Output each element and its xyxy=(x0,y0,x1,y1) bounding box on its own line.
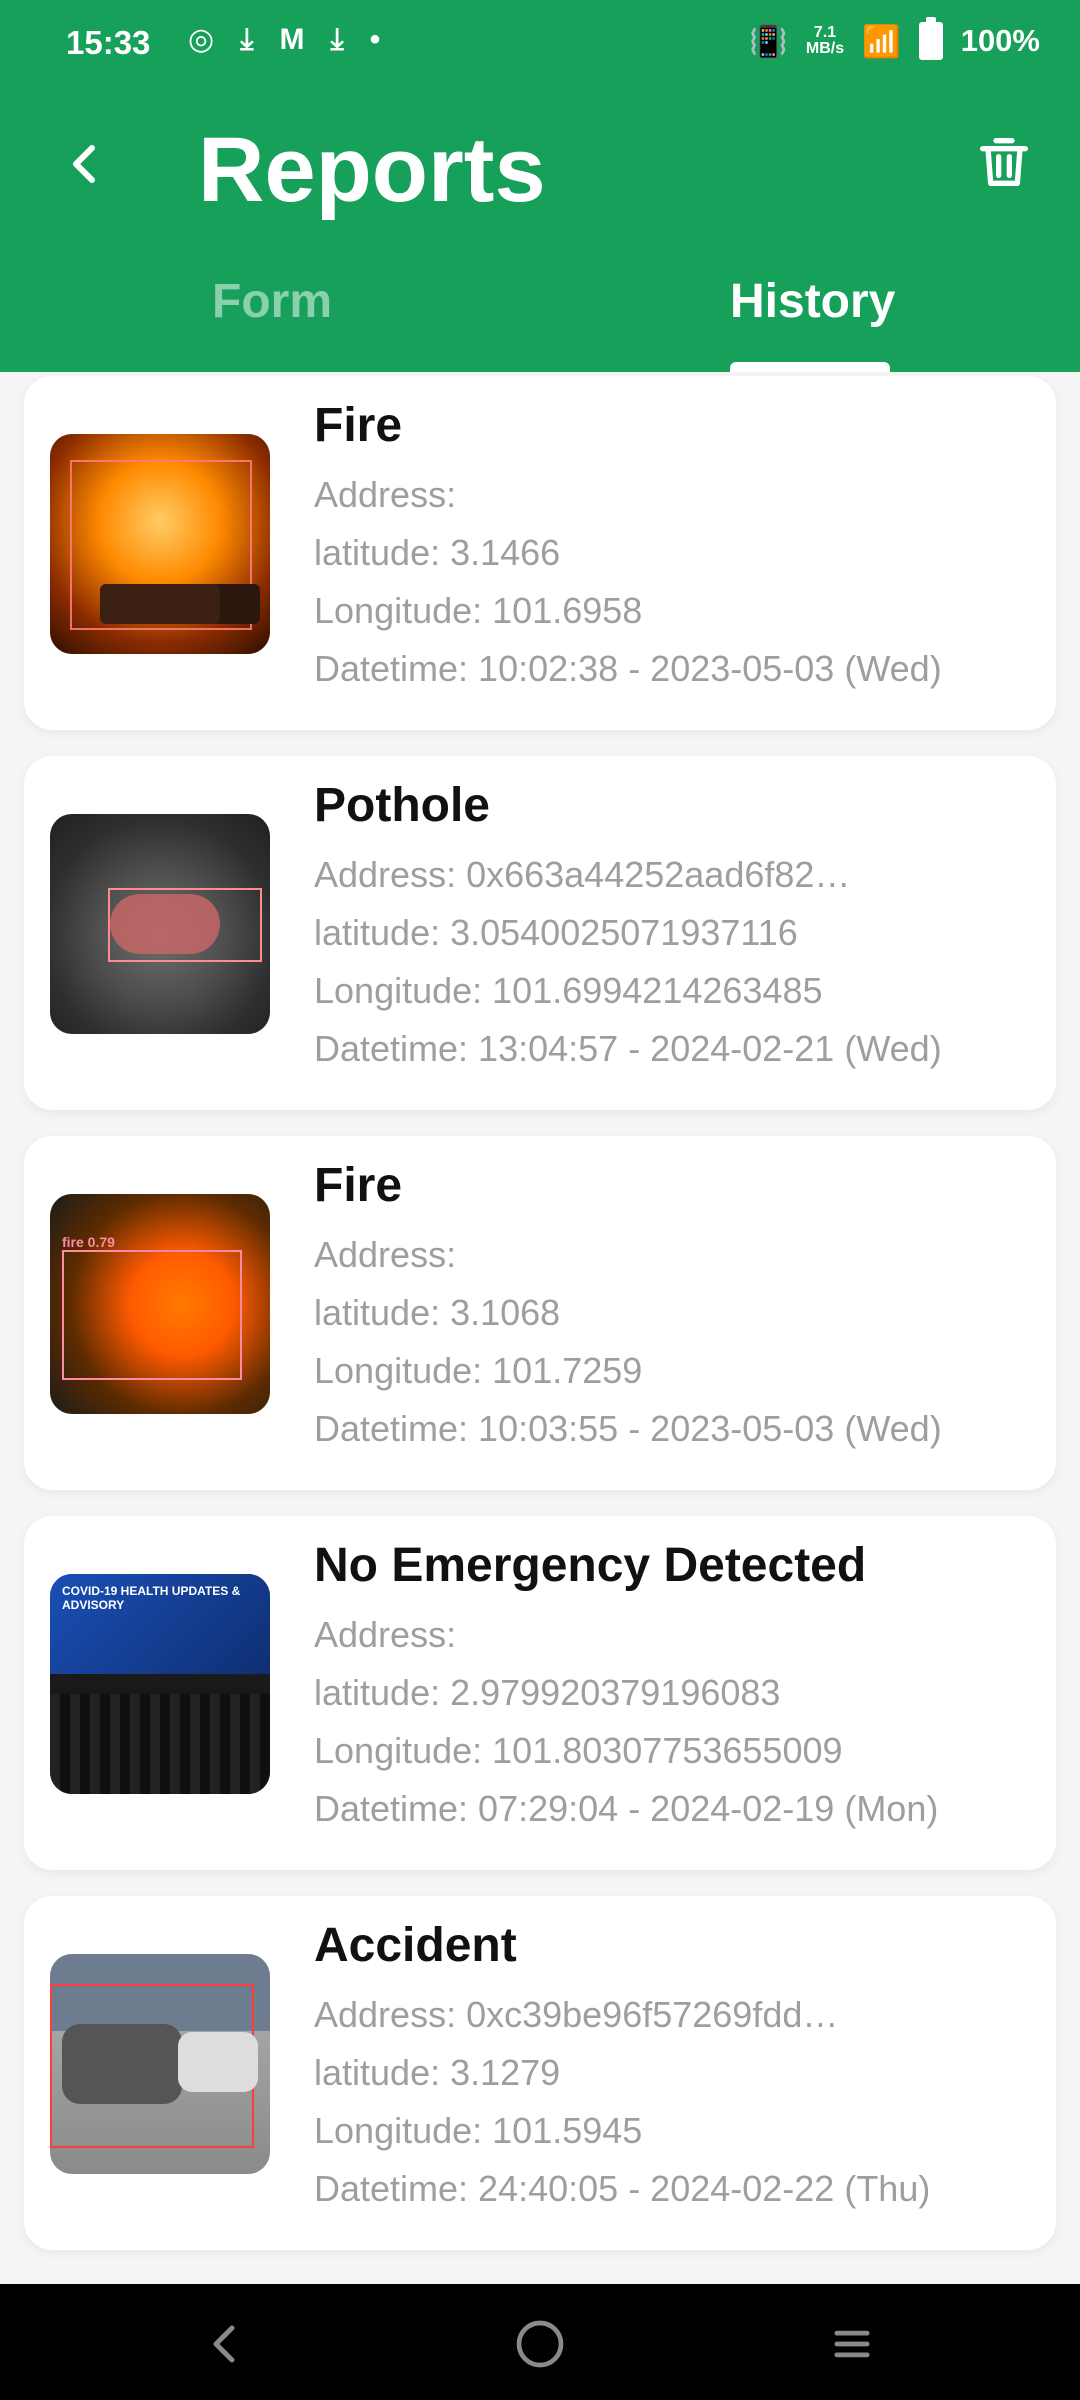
tab-indicator xyxy=(730,362,890,372)
nav-back-icon xyxy=(213,2325,235,2363)
report-address: Address: 0x663a44252aad6f82… xyxy=(314,854,851,895)
report-address: Address: xyxy=(314,474,457,515)
nav-home-icon xyxy=(516,2320,564,2368)
page-title: Reports xyxy=(198,119,546,221)
report-card[interactable]: Pothole Address: 0x663a44252aad6f82… lat… xyxy=(24,756,1056,1110)
report-longitude: Longitude: 101.80307753655009 xyxy=(314,1730,843,1771)
keyboard-shape xyxy=(50,1694,270,1794)
gmail-icon: M xyxy=(279,22,305,56)
detection-box xyxy=(62,1250,242,1380)
report-datetime: Datetime: 07:29:04 - 2024-02-19 (Mon) xyxy=(314,1788,939,1829)
report-latitude: latitude: 2.979920379196083 xyxy=(314,1672,781,1713)
report-datetime: Datetime: 10:02:38 - 2023-05-03 (Wed) xyxy=(314,648,942,689)
download-icon: ⤓ xyxy=(240,22,254,56)
report-longitude: Longitude: 101.7259 xyxy=(314,1350,643,1391)
report-longitude: Longitude: 101.6958 xyxy=(314,590,643,631)
report-card[interactable]: Fire Address: latitude: 3.1466 Longitude… xyxy=(24,376,1056,730)
report-card[interactable]: COVID-19 HEALTH UPDATES & ADVISORY No Em… xyxy=(24,1516,1056,1870)
report-title: Fire xyxy=(314,399,403,452)
truck-shape xyxy=(100,584,220,624)
nav-back-button[interactable] xyxy=(194,2312,258,2376)
report-datetime: Datetime: 13:04:57 - 2024-02-21 (Wed) xyxy=(314,1028,942,1069)
status-icons-left: ◎ ⤓ M ⤓ • xyxy=(188,22,380,57)
report-longitude: Longitude: 101.6994214263485 xyxy=(314,970,823,1011)
report-title: Pothole xyxy=(314,779,490,832)
report-thumbnail xyxy=(50,1954,270,2174)
report-latitude: latitude: 3.1068 xyxy=(314,1292,561,1333)
nav-recent-button[interactable] xyxy=(820,2312,884,2376)
notification-icon: ◎ xyxy=(188,23,215,56)
status-time: 15:33 xyxy=(66,24,151,61)
detection-label: fire 0.79 xyxy=(62,1234,115,1250)
network-speed: 7.1 MB/s xyxy=(805,24,845,57)
tab-history[interactable]: History xyxy=(730,274,895,329)
report-thumbnail: COVID-19 HEALTH UPDATES & ADVISORY xyxy=(50,1574,270,1794)
tabs: Form History xyxy=(0,250,1080,372)
header: 15:33 ◎ ⤓ M ⤓ • 📳 7.1 MB/s 📶 100% Report… xyxy=(0,0,1080,372)
report-thumbnail: fire 0.79 xyxy=(50,1194,270,1414)
report-card[interactable]: Accident Address: 0xc39be96f57269fdd… la… xyxy=(24,1896,1056,2250)
detection-box xyxy=(108,888,262,962)
report-title: Fire xyxy=(314,1159,403,1212)
system-navbar xyxy=(0,2284,1080,2400)
car-shape xyxy=(62,2024,182,2104)
report-address: Address: 0xc39be96f57269fdd… xyxy=(314,1994,839,2035)
report-datetime: Datetime: 24:40:05 - 2024-02-22 (Thu) xyxy=(314,2168,931,2209)
status-bar: 15:33 ◎ ⤓ M ⤓ • 📳 7.1 MB/s 📶 100% xyxy=(0,0,1080,90)
vibrate-icon: 📳 xyxy=(749,23,788,59)
reports-list[interactable]: Fire Address: latitude: 3.1466 Longitude… xyxy=(0,372,1080,2284)
trash-icon xyxy=(980,138,1028,186)
tab-form[interactable]: Form xyxy=(212,274,332,329)
report-latitude: latitude: 3.1466 xyxy=(314,532,561,573)
report-thumbnail xyxy=(50,814,270,1034)
download-icon: ⤓ xyxy=(330,22,344,56)
report-longitude: Longitude: 101.5945 xyxy=(314,2110,643,2151)
app-bar: Reports xyxy=(0,90,1080,250)
report-title: Accident xyxy=(314,1919,517,1972)
report-title: No Emergency Detected xyxy=(314,1539,867,1592)
report-address: Address: xyxy=(314,1234,457,1275)
status-right: 📳 7.1 MB/s 📶 100% xyxy=(749,17,1040,60)
report-latitude: latitude: 3.0540025071937116 xyxy=(314,912,798,953)
report-datetime: Datetime: 10:03:55 - 2023-05-03 (Wed) xyxy=(314,1408,942,1449)
dot-icon: • xyxy=(369,22,381,56)
battery-percent: 100% xyxy=(960,23,1040,58)
car-shape xyxy=(178,2032,258,2092)
back-button[interactable] xyxy=(46,124,126,204)
report-thumbnail xyxy=(50,434,270,654)
delete-button[interactable] xyxy=(964,122,1044,202)
report-card[interactable]: fire 0.79 Fire Address: latitude: 3.1068… xyxy=(24,1136,1056,1490)
nav-home-button[interactable] xyxy=(508,2312,572,2376)
nav-recent-icon xyxy=(834,2330,870,2358)
wifi-icon: 📶 xyxy=(862,23,901,59)
covid-text: COVID-19 HEALTH UPDATES & ADVISORY xyxy=(62,1584,241,1612)
back-arrow-icon xyxy=(73,145,95,183)
report-address: Address: xyxy=(314,1614,457,1655)
battery-icon xyxy=(918,17,943,60)
report-latitude: latitude: 3.1279 xyxy=(314,2052,561,2093)
